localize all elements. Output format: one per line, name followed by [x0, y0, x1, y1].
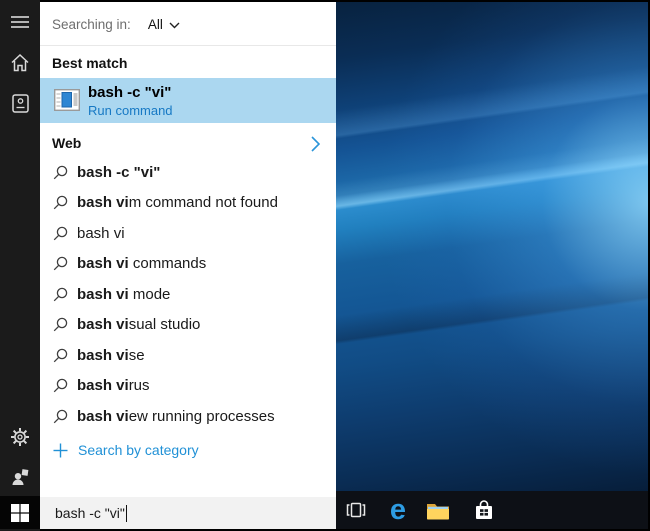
search-icon [53, 196, 68, 210]
suggestion-text: bash -c "vi" [77, 163, 161, 181]
suggestion-text: bash vi [77, 224, 125, 242]
search-icon [53, 165, 68, 180]
best-match-header: Best match [52, 55, 128, 71]
run-command-icon [54, 89, 80, 111]
search-icon [53, 379, 68, 393]
web-suggestion[interactable]: bash vise [40, 340, 336, 371]
suggestion-text: bash vi commands [77, 255, 207, 273]
best-match-result[interactable]: bash -c "vi" Run command [40, 78, 336, 123]
header-divider [40, 45, 336, 46]
suggestion-text: bash visual studio [77, 316, 201, 334]
notebook-button[interactable] [0, 83, 40, 123]
search-scope-selector[interactable]: Searching in: All [52, 12, 180, 36]
task-view-button[interactable] [336, 491, 376, 529]
plus-icon [53, 443, 68, 457]
web-section-header[interactable]: Web [40, 131, 336, 157]
web-section-label: Web [52, 135, 82, 151]
chevron-right-icon[interactable] [311, 136, 320, 152]
suggestion-text: bash vim command not found [77, 194, 278, 212]
settings-button[interactable] [0, 417, 40, 457]
cortana-sidebar [0, 0, 40, 531]
text-caret [125, 504, 128, 522]
search-icon [53, 226, 68, 241]
search-icon [53, 348, 68, 363]
search-icon [53, 287, 68, 302]
web-suggestion[interactable]: bash -c "vi" [40, 157, 336, 188]
menu-button[interactable] [0, 2, 40, 42]
taskbar: e [336, 491, 648, 529]
suggestion-text: bash vise [77, 346, 145, 364]
gear-icon [11, 428, 29, 446]
task-view-icon [346, 502, 366, 518]
edge-icon: e [389, 493, 407, 526]
store-icon [476, 500, 492, 519]
web-suggestion[interactable]: bash vi commands [40, 249, 336, 280]
web-suggestion[interactable]: bash vi mode [40, 279, 336, 310]
home-icon [11, 53, 29, 71]
search-by-category-label: Search by category [78, 442, 199, 458]
suggestion-text: bash view running processes [77, 407, 275, 425]
web-suggestion[interactable]: bash view running processes [40, 401, 336, 432]
best-match-subtitle: Run command [88, 103, 173, 118]
home-button[interactable] [0, 42, 40, 82]
file-explorer-button[interactable] [418, 491, 458, 529]
suggestion-text: bash virus [77, 377, 150, 395]
web-suggestion[interactable]: bash virus [40, 371, 336, 402]
store-button[interactable] [464, 491, 504, 529]
search-icon [53, 257, 68, 271]
web-suggestion[interactable]: bash visual studio [40, 310, 336, 341]
search-icon [53, 409, 68, 424]
web-suggestion[interactable]: bash vim command not found [40, 188, 336, 219]
suggestion-text: bash vi mode [77, 285, 171, 303]
feedback-icon [12, 469, 29, 485]
web-suggestions: bash -c "vi" bash vim command not found … [40, 157, 336, 432]
search-input-value: bash -c "vi" [55, 505, 125, 521]
start-button[interactable] [0, 496, 40, 529]
hamburger-icon [11, 16, 29, 28]
cortana-search-screen: Searching in: All Best match bash -c "vi… [0, 0, 650, 531]
web-suggestion[interactable]: bash vi [40, 218, 336, 249]
windows-logo-icon [11, 503, 29, 522]
desktop-wallpaper: e [336, 2, 648, 529]
search-icon [53, 318, 68, 332]
edge-button[interactable]: e [378, 491, 418, 529]
feedback-button[interactable] [0, 457, 40, 497]
notebook-icon [11, 93, 29, 113]
chevron-down-icon [169, 22, 180, 29]
search-by-category-link[interactable]: Search by category [40, 435, 336, 465]
file-explorer-icon [427, 503, 449, 519]
scope-value: All [147, 16, 163, 32]
search-results-panel: Searching in: All Best match bash -c "vi… [40, 2, 336, 497]
scope-label: Searching in: [52, 16, 131, 32]
best-match-title: bash -c "vi" [88, 84, 172, 101]
search-input[interactable]: bash -c "vi" [40, 497, 336, 529]
